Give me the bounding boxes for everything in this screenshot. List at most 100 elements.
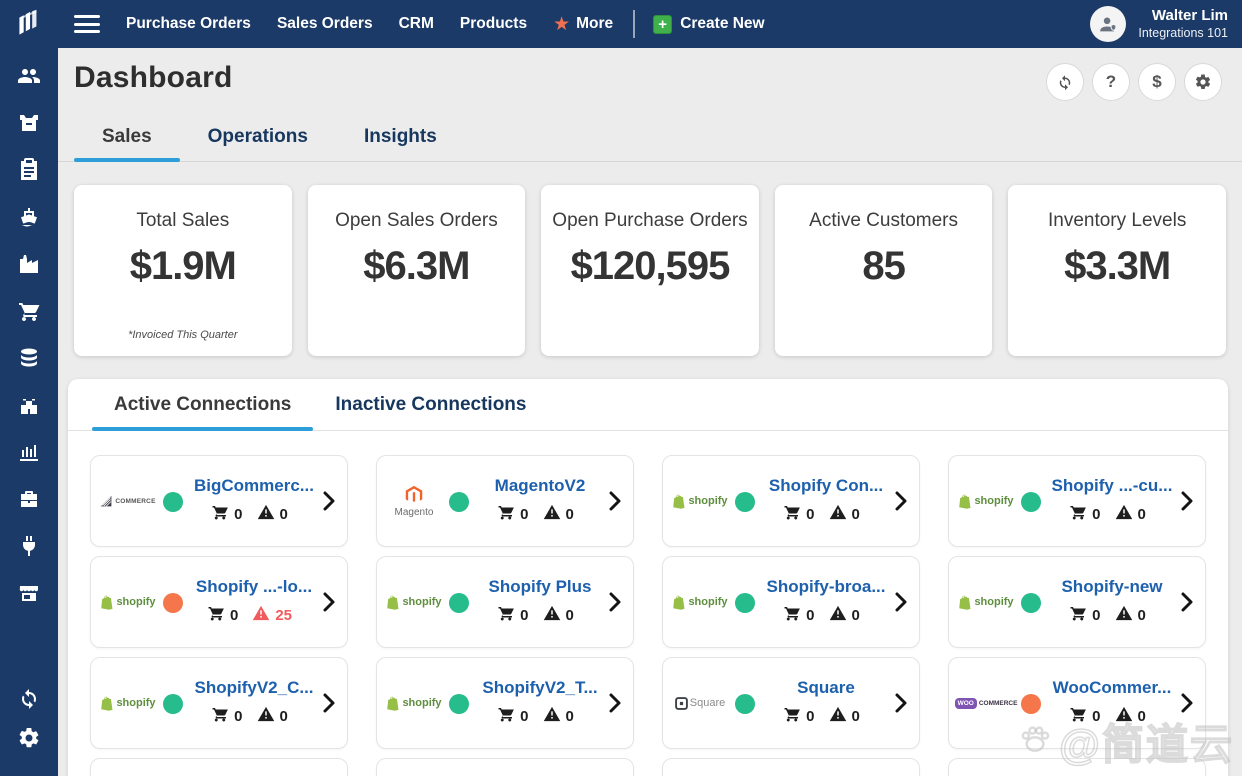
sync-icon[interactable] [17,686,41,710]
connection-name-link[interactable]: Shopify Con... [761,476,891,496]
gear-icon[interactable] [17,726,41,750]
status-dot [163,492,183,512]
connection-card[interactable]: shopify Shopify ...-lo... 0 25 [90,556,348,648]
bar-chart-icon[interactable] [17,440,41,464]
connection-card[interactable]: shopify Shopify Plus 0 0 [376,556,634,648]
cart-count-icon [783,503,801,526]
connection-card[interactable]: shopify ShopifyV2_C... 0 0 [90,657,348,749]
chevron-right-icon[interactable] [1179,490,1195,512]
status-dot [449,492,469,512]
user-name: Walter Lim [1151,6,1228,24]
connection-name-link[interactable]: Shopify ...-lo... [189,577,319,597]
chevron-right-icon[interactable] [321,692,337,714]
chevron-right-icon[interactable] [607,490,623,512]
chevron-right-icon[interactable] [321,490,337,512]
warning-count: 0 [851,506,860,523]
nav-crm[interactable]: CRM [399,15,434,33]
connection-card[interactable]: Newegg -NZ00 [948,758,1206,776]
tab-inactive-connections[interactable]: Inactive Connections [313,379,548,430]
connection-card[interactable]: Etsy00 [662,758,920,776]
warehouse-icon[interactable] [17,393,41,417]
kpi-card: Open Purchase Orders $120,595 [541,185,759,356]
connection-name-link[interactable]: BigCommerc... [189,476,319,496]
connection-card[interactable]: WOO COMMERCE WooCommer... 0 0 [948,657,1206,749]
connection-info: Shopify-new 0 0 [1047,577,1177,627]
chevron-right-icon[interactable] [607,692,623,714]
connection-name-link[interactable]: Shopify ...-cu... [1047,476,1177,496]
chevron-right-icon[interactable] [893,692,909,714]
coins-icon[interactable] [17,346,41,370]
connections-panel: Active Connections Inactive Connections … [68,379,1228,776]
refresh-button[interactable] [1046,63,1084,101]
connection-name-link[interactable]: ShopifyV2_T... [475,678,605,698]
menu-hamburger-icon[interactable] [74,15,100,33]
chevron-right-icon[interactable] [893,591,909,613]
connection-info: WooCommer... 0 0 [1047,678,1177,728]
cin7-logo-icon[interactable] [12,7,46,41]
settings-button[interactable] [1184,63,1222,101]
chevron-right-icon[interactable] [893,490,909,512]
nav-products[interactable]: Products [460,15,527,33]
connection-name-link[interactable]: ShopifyV2_C... [189,678,319,698]
sidebar-top-group [17,64,41,628]
chevron-right-icon[interactable] [321,591,337,613]
connection-name-link[interactable]: MagentoV2 [475,476,605,496]
tab-operations[interactable]: Operations [180,115,336,161]
package-icon[interactable] [17,111,41,135]
connection-name-link[interactable]: Shopify-new [1047,577,1177,597]
tab-active-connections[interactable]: Active Connections [92,379,314,431]
main-content: Dashboard ? $ Sales Operations Insights T… [58,48,1242,776]
cart-count-icon [497,604,515,627]
connection-card[interactable]: shopify Shopify-broa... 0 0 [662,556,920,648]
connection-name-link[interactable]: Square [761,678,891,698]
connection-card[interactable]: Amazon Sell...00 [90,758,348,776]
cart-icon[interactable] [17,299,41,323]
ship-icon[interactable] [17,205,41,229]
plug-icon[interactable] [17,534,41,558]
nav-sales-orders[interactable]: Sales Orders [277,15,373,33]
warning-count-icon [543,604,561,627]
header-actions: ? $ [1046,63,1222,101]
connection-card[interactable]: Magento MagentoV2 0 0 [376,455,634,547]
users-icon[interactable] [17,64,41,88]
connection-card[interactable]: shopify Shopify Con... 0 0 [662,455,920,547]
magento-logo: Magento [385,484,443,518]
create-new-button[interactable]: + Create New [653,14,765,34]
connection-card[interactable]: shopify ShopifyV2_T... 0 0 [376,657,634,749]
connection-card[interactable]: shopify Shopify ...-cu... 0 0 [948,455,1206,547]
warning-count: 0 [1137,607,1146,624]
warning-count-icon [257,503,275,526]
help-button[interactable]: ? [1092,63,1130,101]
connection-counts: 00 [189,705,319,728]
cart-count: 0 [1092,708,1101,725]
nav-more[interactable]: ★ More [553,15,613,34]
cart-count: 0 [520,506,529,523]
status-dot [163,694,183,714]
clipboard-icon[interactable] [17,158,41,182]
storefront-icon[interactable] [17,581,41,605]
connection-card[interactable]: COMMERCE BigCommerc... 0 0 [90,455,348,547]
user-menu[interactable]: Walter Lim Integrations 101 [1090,6,1242,42]
briefcase-icon[interactable] [17,487,41,511]
connection-card[interactable]: eBay 200 [376,758,634,776]
cart-count-icon [211,705,229,728]
nav-purchase-orders[interactable]: Purchase Orders [126,15,251,33]
connection-name-link[interactable]: WooCommer... [1047,678,1177,698]
warning-count: 25 [275,607,293,624]
tab-sales[interactable]: Sales [74,115,180,162]
chevron-right-icon[interactable] [1179,591,1195,613]
warning-count-icon [252,604,270,627]
factory-icon[interactable] [17,252,41,276]
chevron-right-icon[interactable] [1179,692,1195,714]
connection-name-link[interactable]: Shopify Plus [475,577,605,597]
tab-insights[interactable]: Insights [336,115,465,161]
currency-button[interactable]: $ [1138,63,1176,101]
kpi-label: Open Sales Orders [335,210,498,231]
bigcommerce-logo: COMMERCE [99,495,157,508]
connection-card[interactable]: shopify Shopify-new 0 0 [948,556,1206,648]
chevron-right-icon[interactable] [607,591,623,613]
warning-count: 0 [279,506,288,523]
connection-name-link[interactable]: Shopify-broa... [761,577,891,597]
connection-card[interactable]: Square Square 0 0 [662,657,920,749]
cart-count: 0 [806,506,815,523]
